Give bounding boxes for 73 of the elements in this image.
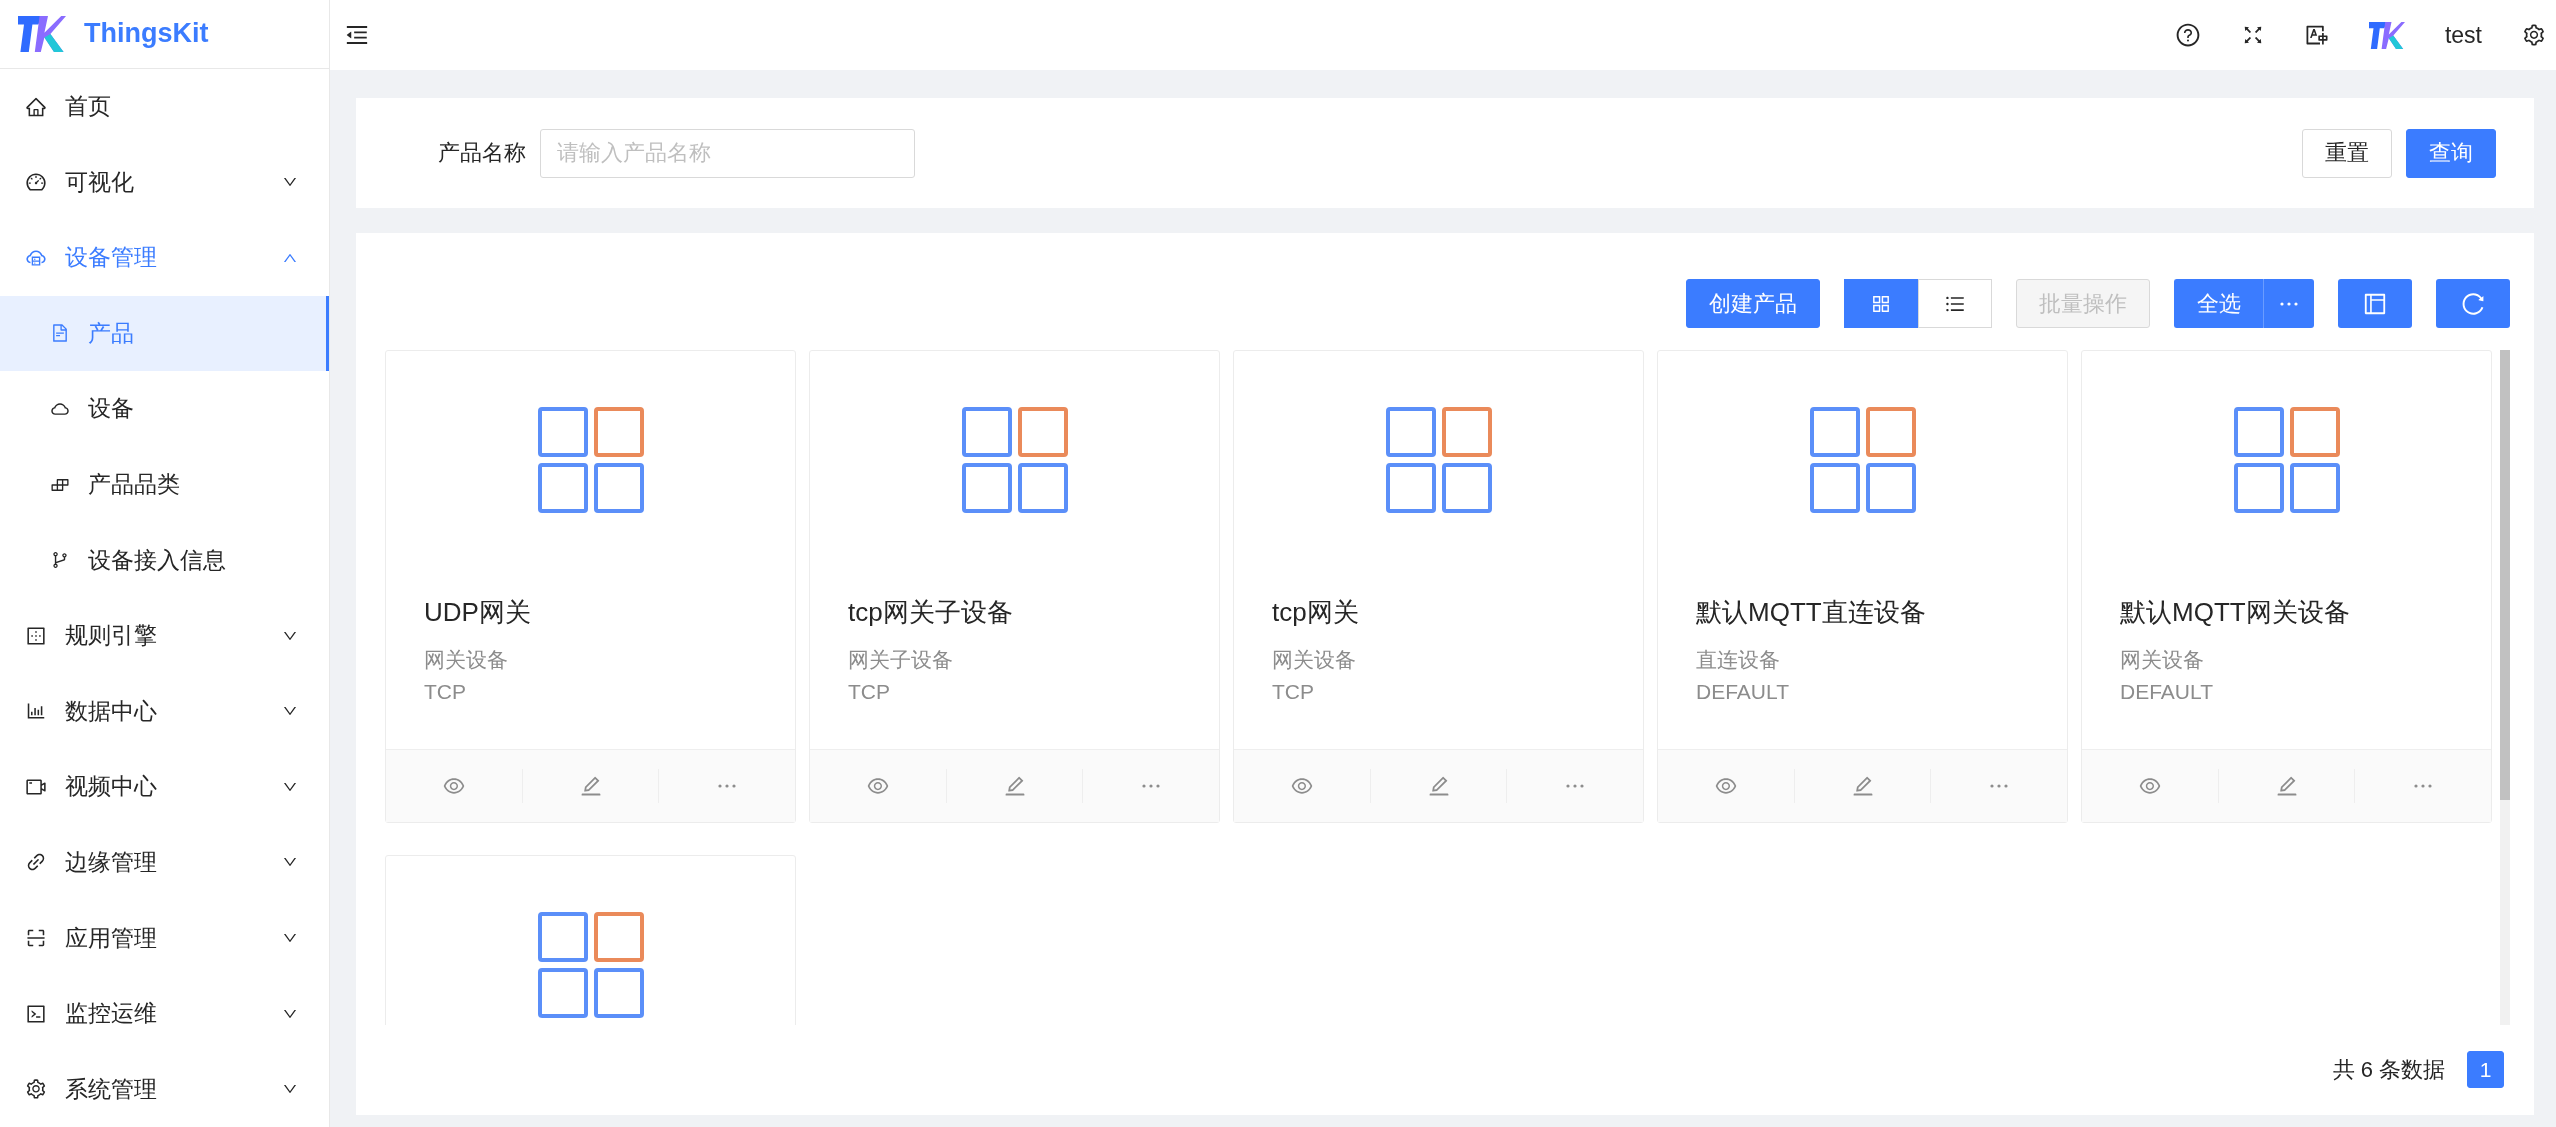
refresh-icon	[2460, 290, 2486, 317]
product-name: 默认MQTT网关设备	[2120, 596, 2351, 629]
menu-icon	[25, 1002, 47, 1025]
translate-icon[interactable]	[2304, 23, 2329, 47]
submenu-item[interactable]: 设备	[0, 371, 329, 447]
total-count: 共 6 条数据	[2332, 1055, 2445, 1084]
view-toggle[interactable]	[1844, 279, 1918, 328]
submenu-item[interactable]: 设备接入信息	[0, 522, 329, 598]
field-label: 产品名称	[438, 139, 526, 167]
menu-item[interactable]: 设备管理	[0, 219, 329, 296]
product-name: 默认MQTT直连设备	[1696, 596, 1927, 629]
user-name[interactable]: test	[2444, 21, 2482, 49]
device-type: 直连设备	[1696, 647, 1781, 673]
product-grid-icon	[537, 407, 644, 513]
product-card[interactable]: tcp网关 网关设备 TCP	[1233, 350, 1644, 823]
protocol: TCP	[424, 679, 467, 705]
ellipsis-icon	[1990, 784, 2009, 788]
help-icon[interactable]	[2174, 22, 2201, 48]
product-grid-icon	[2233, 407, 2340, 513]
logo-text: ThingsKit	[84, 18, 209, 50]
menu-icon	[25, 624, 47, 647]
scrollbar-thumb[interactable]	[2500, 350, 2510, 800]
menu-icon	[25, 171, 47, 194]
ellipsis-icon	[2414, 784, 2433, 788]
search-button[interactable]: 查询	[2406, 128, 2496, 178]
product-card[interactable]: tcp网关子设备 网关子设备 TCP	[809, 350, 1220, 823]
menu-item[interactable]: 可视化	[0, 144, 329, 220]
menu-item[interactable]: 监控运维	[0, 975, 329, 1052]
menu-item[interactable]: 视频中心	[0, 749, 329, 825]
menu-icon	[50, 323, 70, 344]
refresh-button[interactable]	[2436, 279, 2510, 328]
menu-item[interactable]: 边缘管理	[0, 824, 329, 901]
protocol: DEFAULT	[1696, 679, 1790, 705]
menu-item[interactable]: 规则引擎	[0, 597, 329, 674]
ellipsis-icon	[2280, 301, 2298, 306]
more-button[interactable]	[2264, 279, 2314, 328]
menu-icon	[25, 1078, 47, 1101]
protocol: DEFAULT	[2120, 679, 2214, 705]
product-name: UDP网关	[424, 596, 532, 629]
menu-item[interactable]: 首页	[0, 68, 329, 145]
product-card[interactable]: 默认MQTT网关设备 网关设备 DEFAULT	[2081, 350, 2492, 823]
device-type: 网关设备	[424, 647, 509, 673]
settings-icon[interactable]	[2522, 23, 2546, 47]
product-name: tcp网关	[1272, 596, 1360, 629]
device-type: 网关设备	[2120, 647, 2205, 673]
ellipsis-icon	[1142, 784, 1161, 788]
page-button[interactable]: 1	[2467, 1051, 2504, 1088]
menu-item[interactable]: 应用管理	[0, 900, 329, 976]
logo-icon	[2368, 21, 2405, 49]
ellipsis-icon	[1566, 784, 1585, 788]
menu-item[interactable]: 系统管理	[0, 1051, 329, 1127]
submenu-item[interactable]: 产品品类	[0, 446, 329, 523]
logo-icon	[18, 15, 66, 52]
protocol: TCP	[848, 679, 891, 705]
reset-button[interactable]: 重置	[2302, 128, 2392, 178]
product-grid-icon	[1809, 407, 1916, 513]
device-type: 网关子设备	[848, 647, 954, 673]
menu-icon	[25, 95, 47, 118]
product-grid-icon	[961, 407, 1068, 513]
search-field[interactable]: 请输入产品名称	[540, 128, 915, 178]
device-type: 网关设备	[1272, 647, 1357, 673]
protocol: TCP	[1272, 679, 1315, 705]
menu-icon	[50, 550, 70, 571]
ellipsis-icon	[718, 784, 737, 788]
product-card[interactable]: 默认MQTT直连设备 直连设备 DEFAULT	[1657, 350, 2068, 823]
product-grid-icon	[537, 912, 644, 1018]
product-name: tcp网关子设备	[848, 596, 1014, 629]
product-card[interactable]: UDP网关 网关设备 TCP	[385, 350, 796, 823]
product-grid-icon	[1385, 407, 1492, 513]
select-all-button[interactable]: 全选	[2174, 279, 2264, 328]
create-button[interactable]: 创建产品	[1686, 279, 1820, 328]
column-settings-button[interactable]	[2338, 279, 2412, 328]
menu-item[interactable]: 数据中心	[0, 673, 329, 750]
